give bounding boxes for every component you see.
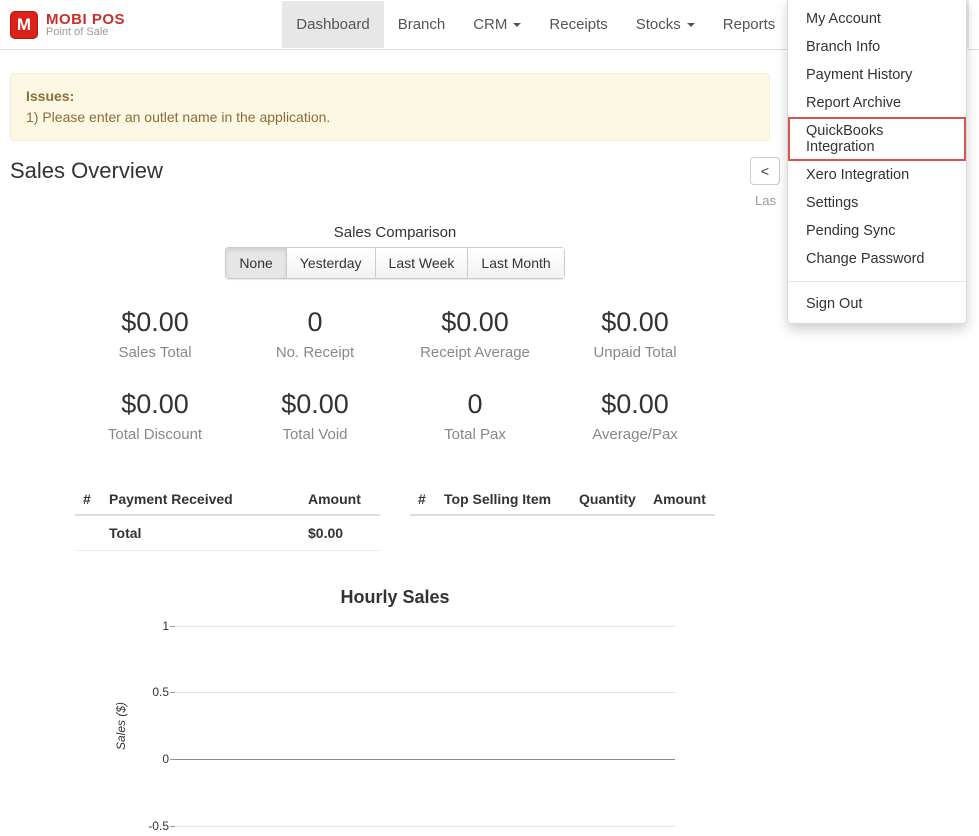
hourly-sales-chart: Sales ($) 10.50-0.5 (115, 626, 675, 826)
alert-line: 1) Please enter an outlet name in the ap… (26, 109, 330, 125)
chart-title: Hourly Sales (75, 587, 715, 608)
stat-total-void-label: Total Void (235, 426, 395, 443)
menu-divider (788, 281, 966, 282)
stat-unpaid-total-value: $0.00 (555, 307, 715, 338)
last-updated-label: Las (10, 193, 780, 208)
menu-quickbooks-integration[interactable]: QuickBooks Integration (788, 117, 966, 161)
nav-dashboard[interactable]: Dashboard (282, 1, 383, 48)
stat-unpaid-total-label: Unpaid Total (555, 344, 715, 361)
nav-stocks-label: Stocks (636, 16, 681, 33)
col-num: # (410, 485, 436, 515)
col-amount: Amount (645, 485, 715, 515)
nav-crm-label: CRM (473, 16, 507, 33)
menu-settings[interactable]: Settings (788, 189, 966, 217)
total-label: Total (101, 515, 300, 551)
stat-receipt-avg-label: Receipt Average (395, 344, 555, 361)
col-top-item: Top Selling Item (436, 485, 571, 515)
brand-subtitle: Point of Sale (46, 27, 125, 38)
chevron-down-icon (513, 23, 521, 27)
total-value: $0.00 (300, 515, 380, 551)
stat-avg-pax-label: Average/Pax (555, 426, 715, 443)
chart-ytick: 0.5 (143, 685, 169, 699)
menu-sign-out[interactable]: Sign Out (788, 290, 966, 318)
menu-branch-info[interactable]: Branch Info (788, 33, 966, 61)
menu-xero-integration[interactable]: Xero Integration (788, 161, 966, 189)
accounts-dropdown-menu: My Account Branch Info Payment History R… (787, 0, 967, 324)
stat-total-discount-label: Total Discount (75, 426, 235, 443)
chart-ytick: 1 (143, 619, 169, 633)
stat-sales-total-label: Sales Total (75, 344, 235, 361)
stat-receipt-avg-value: $0.00 (395, 307, 555, 338)
seg-last-week[interactable]: Last Week (376, 247, 469, 279)
stat-avg-pax-value: $0.00 (555, 389, 715, 420)
brand-title: MOBI POS (46, 12, 125, 27)
chart-ytick: -0.5 (143, 819, 169, 833)
menu-report-archive[interactable]: Report Archive (788, 89, 966, 117)
page-title: Sales Overview (10, 158, 163, 184)
stat-total-discount-value: $0.00 (75, 389, 235, 420)
seg-yesterday[interactable]: Yesterday (287, 247, 376, 279)
nav-receipts[interactable]: Receipts (535, 1, 621, 48)
menu-my-account[interactable]: My Account (788, 5, 966, 33)
chart-ylabel: Sales ($) (114, 702, 128, 750)
payment-received-table: # Payment Received Amount Total $0.00 (75, 485, 380, 551)
stat-total-pax-label: Total Pax (395, 426, 555, 443)
stat-total-void-value: $0.00 (235, 389, 395, 420)
issues-alert: Issues: 1) Please enter an outlet name i… (10, 73, 770, 141)
comparison-title: Sales Comparison (75, 224, 715, 241)
chevron-down-icon (687, 23, 695, 27)
stat-no-receipt-label: No. Receipt (235, 344, 395, 361)
brand-logo-icon: M (10, 11, 38, 39)
nav-crm[interactable]: CRM (459, 1, 535, 48)
col-payment-received: Payment Received (101, 485, 300, 515)
col-quantity: Quantity (571, 485, 645, 515)
col-num: # (75, 485, 101, 515)
menu-pending-sync[interactable]: Pending Sync (788, 217, 966, 245)
date-nav-button[interactable]: < (750, 157, 780, 185)
alert-heading: Issues: (26, 88, 74, 104)
seg-last-month[interactable]: Last Month (468, 247, 564, 279)
comparison-toggle: None Yesterday Last Week Last Month (225, 247, 564, 279)
seg-none[interactable]: None (225, 247, 286, 279)
menu-payment-history[interactable]: Payment History (788, 61, 966, 89)
menu-change-password[interactable]: Change Password (788, 245, 966, 273)
nav-reports[interactable]: Reports (709, 1, 790, 48)
nav-stocks[interactable]: Stocks (622, 1, 709, 48)
table-row: Total $0.00 (75, 515, 380, 551)
chart-ytick: 0 (143, 752, 169, 766)
stat-sales-total-value: $0.00 (75, 307, 235, 338)
top-selling-table: # Top Selling Item Quantity Amount (410, 485, 715, 551)
stat-total-pax-value: 0 (395, 389, 555, 420)
stat-no-receipt-value: 0 (235, 307, 395, 338)
col-amount: Amount (300, 485, 380, 515)
nav-branch[interactable]: Branch (384, 1, 460, 48)
brand[interactable]: M MOBI POS Point of Sale (10, 11, 145, 39)
